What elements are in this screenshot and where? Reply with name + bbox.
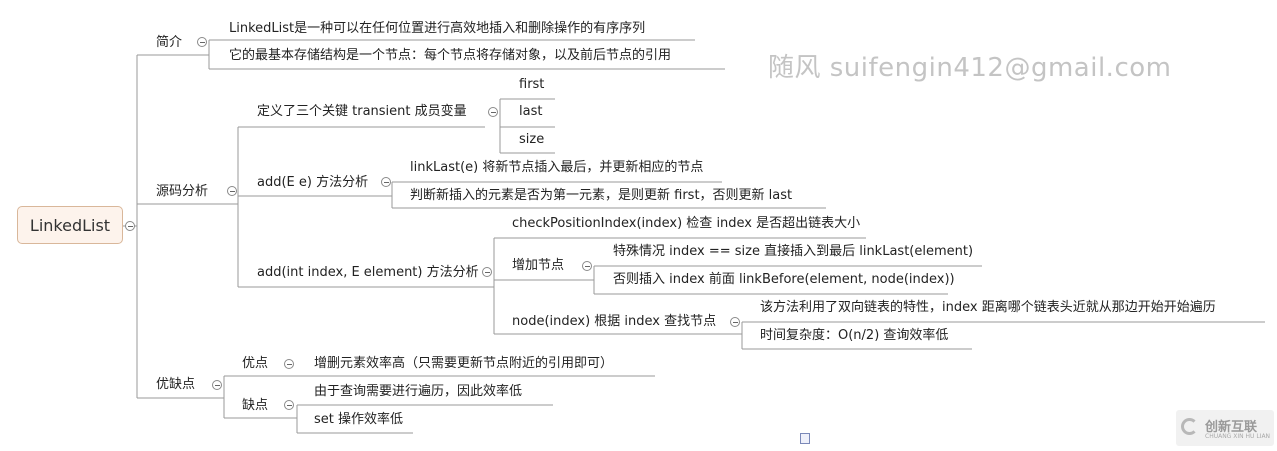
canvas-handle[interactable]	[800, 433, 810, 444]
add-item-2[interactable]: 判断新插入的元素是否为第一元素，是则更新 first，否则更新 last	[410, 188, 792, 204]
collapse-intro-icon[interactable]	[197, 37, 207, 47]
add-label[interactable]: add(E e) 方法分析	[257, 175, 368, 191]
field-first[interactable]: first	[519, 77, 544, 93]
intro-item-1[interactable]: LinkedList是一种可以在任何位置进行高效地插入和删除操作的有序序列	[229, 21, 645, 37]
cons-item-1[interactable]: 由于查询需要进行遍历，因此效率低	[314, 384, 522, 400]
source-label[interactable]: 源码分析	[156, 184, 208, 200]
field-last[interactable]: last	[519, 104, 542, 120]
add-node-item-1[interactable]: 特殊情况 index == size 直接插入到最后 linkLast(elem…	[613, 244, 973, 260]
collapse-source-icon[interactable]	[227, 186, 237, 196]
add-item-1[interactable]: linkLast(e) 将新节点插入最后，并更新相应的节点	[410, 160, 703, 176]
add-node-item-2[interactable]: 否则插入 index 前面 linkBefore(element, node(i…	[613, 272, 955, 288]
intro-item-2[interactable]: 它的最基本存储结构是一个节点：每个节点将存储对象，以及前后节点的引用	[229, 48, 671, 64]
cons-item-2[interactable]: set 操作效率低	[314, 412, 403, 428]
node-index-item-2[interactable]: 时间复杂度：O(n/2) 查询效率低	[760, 328, 948, 344]
collapse-pros-icon[interactable]	[284, 359, 294, 369]
collapse-pros-cons-icon[interactable]	[212, 380, 222, 390]
intro-label[interactable]: 简介	[156, 35, 182, 51]
root-node[interactable]: LinkedList	[17, 206, 123, 244]
collapse-add-icon[interactable]	[381, 177, 391, 187]
collapse-fields-icon[interactable]	[488, 107, 498, 117]
brand-logo: 创新互联 CHUANG XIN HU LIAN	[1176, 410, 1274, 446]
brand-logo-icon	[1181, 418, 1198, 435]
brand-logo-sub: CHUANG XIN HU LIAN	[1205, 433, 1271, 440]
add-index-label[interactable]: add(int index, E element) 方法分析	[257, 265, 479, 281]
root-label: LinkedList	[29, 215, 111, 235]
field-size[interactable]: size	[519, 132, 544, 148]
node-index-label[interactable]: node(index) 根据 index 查找节点	[512, 314, 716, 330]
node-index-item-1[interactable]: 该方法利用了双向链表的特性，index 距离哪个链表头近就从那边开始开始遍历	[760, 300, 1216, 316]
collapse-node-index-icon[interactable]	[730, 317, 740, 327]
pros-cons-label[interactable]: 优缺点	[156, 377, 195, 393]
cons-label[interactable]: 缺点	[242, 398, 268, 414]
check-position-index[interactable]: checkPositionIndex(index) 检查 index 是否超出链…	[512, 216, 860, 232]
add-node-label[interactable]: 增加节点	[512, 258, 564, 274]
pros-label[interactable]: 优点	[242, 356, 268, 372]
collapse-cons-icon[interactable]	[284, 400, 294, 410]
collapse-root-icon[interactable]	[125, 221, 135, 231]
collapse-add-node-icon[interactable]	[582, 261, 592, 271]
fields-label[interactable]: 定义了三个关键 transient 成员变量	[257, 104, 467, 120]
collapse-add-index-icon[interactable]	[482, 267, 492, 277]
watermark: 随风 suifengin412@gmail.com	[768, 53, 1172, 83]
pros-item-1[interactable]: 增删元素效率高（只需要更新节点附近的引用即可）	[314, 356, 613, 372]
